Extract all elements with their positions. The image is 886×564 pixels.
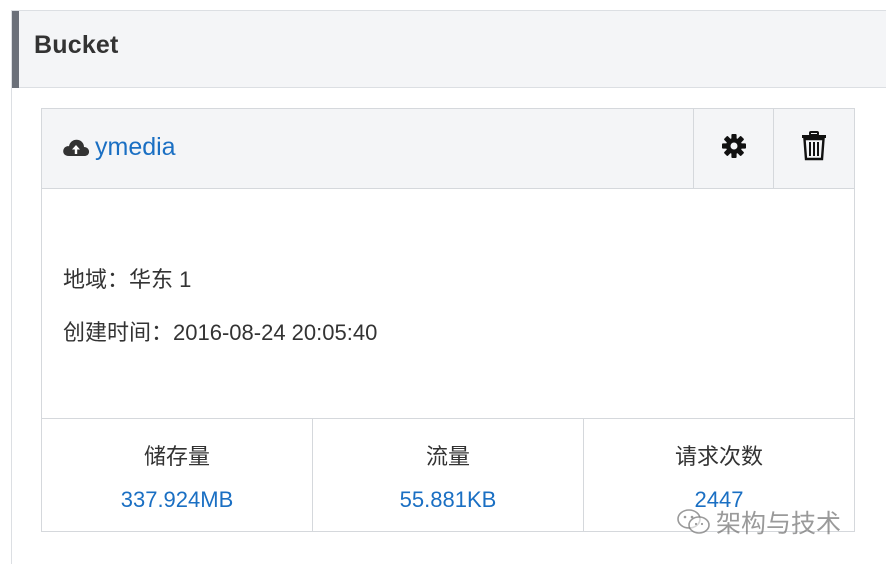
bucket-card-header: ymedia xyxy=(42,109,854,189)
watermark-text: 架构与技术 xyxy=(716,510,842,538)
created-time-value: 2016-08-24 20:05:40 xyxy=(173,320,378,345)
watermark: 架构与技术 xyxy=(676,504,841,540)
stat-requests-label: 请求次数 xyxy=(674,444,763,469)
created-time-info: 创建时间：2016-08-24 20:05:40 xyxy=(63,315,377,347)
bucket-name: ymedia xyxy=(95,133,176,161)
section-title: Bucket xyxy=(34,31,119,59)
cloud-upload-icon xyxy=(61,136,91,160)
bucket-name-link[interactable]: ymedia xyxy=(61,133,176,162)
settings-button[interactable] xyxy=(693,109,773,188)
region-value: 华东 1 xyxy=(129,267,192,292)
section-accent-bar xyxy=(12,11,19,88)
stat-storage: 储存量 337.924MB xyxy=(42,419,313,531)
stat-traffic: 流量 55.881KB xyxy=(313,419,584,531)
wechat-icon xyxy=(676,508,712,536)
created-time-label: 创建时间： xyxy=(63,320,174,345)
section-header: Bucket xyxy=(12,11,886,88)
stat-storage-label: 储存量 xyxy=(143,444,210,469)
stat-storage-value[interactable]: 337.924MB xyxy=(42,487,312,513)
stat-traffic-value[interactable]: 55.881KB xyxy=(313,487,583,513)
stat-traffic-label: 流量 xyxy=(425,444,470,469)
bucket-card: ymedia 地域：华东 1 创建时间：2016-08-24 20:05:40 … xyxy=(41,108,855,532)
trash-icon xyxy=(801,131,827,166)
delete-button[interactable] xyxy=(773,109,853,188)
region-info: 地域：华东 1 xyxy=(63,262,191,294)
region-label: 地域： xyxy=(63,267,130,292)
gear-icon xyxy=(721,133,747,164)
